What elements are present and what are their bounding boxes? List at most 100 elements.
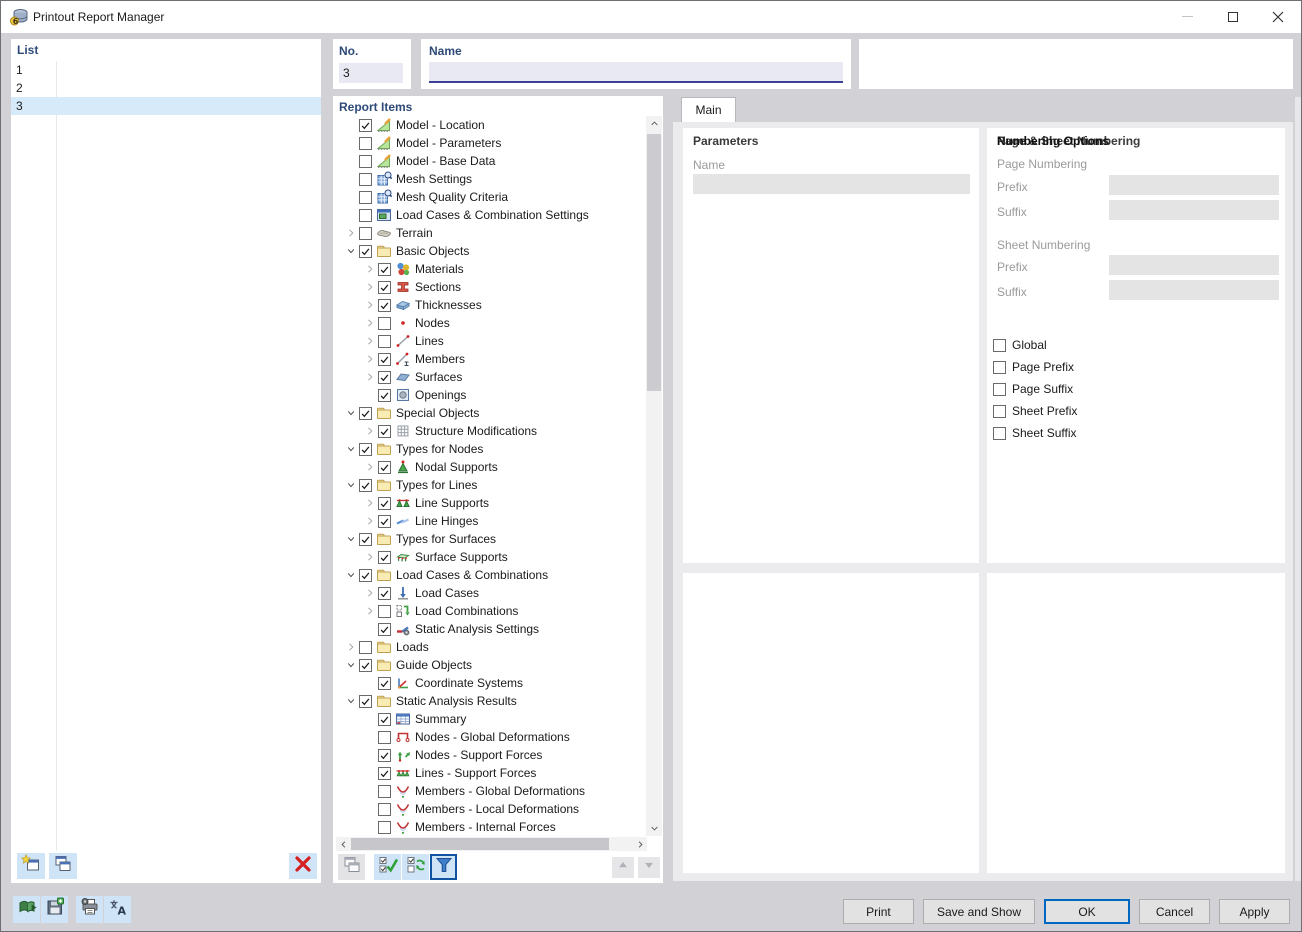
tree-item[interactable]: Mesh Settings (335, 170, 645, 188)
tree-item-checkbox[interactable] (359, 227, 372, 240)
tree-item[interactable]: Basic Objects (335, 242, 645, 260)
tree-item[interactable]: Types for Lines (335, 476, 645, 494)
expand-arrow-icon[interactable] (362, 423, 378, 439)
tree-item[interactable]: Nodes - Global Deformations (335, 728, 645, 746)
tree-item-checkbox[interactable] (378, 785, 391, 798)
tree-item[interactable]: Load Cases & Combinations (335, 566, 645, 584)
tree-item-checkbox[interactable] (378, 299, 391, 312)
tree-item-checkbox[interactable] (378, 731, 391, 744)
scroll-down-icon[interactable] (646, 821, 662, 836)
numbering-option[interactable]: Global (993, 334, 1077, 356)
tree-item[interactable]: Load Cases (335, 584, 645, 602)
tree-item[interactable]: Openings (335, 386, 645, 404)
expand-arrow-icon[interactable] (362, 279, 378, 295)
new-report-button[interactable] (17, 853, 45, 879)
tree-item[interactable]: Terrain (335, 224, 645, 242)
name-input[interactable] (429, 62, 843, 83)
ok-button[interactable]: OK (1044, 899, 1130, 924)
tree-item-checkbox[interactable] (378, 263, 391, 276)
tree-item-checkbox[interactable] (359, 695, 372, 708)
open-report-button[interactable] (13, 896, 40, 923)
option-checkbox[interactable] (993, 405, 1006, 418)
collapse-arrow-icon[interactable] (343, 531, 359, 547)
tree-item-checkbox[interactable] (378, 551, 391, 564)
tree-item-checkbox[interactable] (359, 245, 372, 258)
tree-item-checkbox[interactable] (378, 425, 391, 438)
tree-item-checkbox[interactable] (378, 803, 391, 816)
tree-item[interactable]: Lines (335, 332, 645, 350)
collapse-arrow-icon[interactable] (343, 243, 359, 259)
collapse-arrow-icon[interactable] (343, 657, 359, 673)
tree-item-checkbox[interactable] (359, 155, 372, 168)
tree-item-checkbox[interactable] (359, 209, 372, 222)
expand-arrow-icon[interactable] (362, 333, 378, 349)
tree-item[interactable]: Structure Modifications (335, 422, 645, 440)
move-up-button[interactable] (612, 857, 634, 878)
close-button[interactable] (1255, 1, 1300, 32)
check-all-button[interactable] (374, 854, 401, 880)
numbering-option[interactable]: Sheet Prefix (993, 400, 1077, 422)
tree-item[interactable]: Members - Internal Forces (335, 818, 645, 836)
tree-item-checkbox[interactable] (378, 497, 391, 510)
expand-arrow-icon[interactable] (362, 297, 378, 313)
option-checkbox[interactable] (993, 361, 1006, 374)
tree-item[interactable]: Static Analysis Results (335, 692, 645, 710)
collapse-arrow-icon[interactable] (343, 567, 359, 583)
tree-item[interactable]: Types for Nodes (335, 440, 645, 458)
tree-item-checkbox[interactable] (359, 137, 372, 150)
tree-item[interactable]: Lines - Support Forces (335, 764, 645, 782)
tree-item-checkbox[interactable] (378, 821, 391, 834)
tree-item-checkbox[interactable] (359, 173, 372, 186)
scroll-up-icon[interactable] (646, 116, 662, 131)
tree-vertical-scrollbar[interactable] (646, 116, 662, 836)
tab-panel-scrollbar[interactable] (1295, 97, 1302, 881)
tree-item-checkbox[interactable] (378, 767, 391, 780)
cancel-button[interactable]: Cancel (1139, 899, 1210, 924)
expand-arrow-icon[interactable] (362, 495, 378, 511)
number-field[interactable]: 3 (339, 63, 403, 83)
tree-item-checkbox[interactable] (359, 479, 372, 492)
tree-item[interactable]: Thicknesses (335, 296, 645, 314)
tree-item[interactable]: Nodes - Support Forces (335, 746, 645, 764)
tree-item-checkbox[interactable] (378, 515, 391, 528)
collapse-arrow-icon[interactable] (343, 441, 359, 457)
tree-item-checkbox[interactable] (378, 353, 391, 366)
tree-item[interactable]: Nodal Supports (335, 458, 645, 476)
move-down-button[interactable] (638, 857, 660, 878)
horizontal-scroll-thumb[interactable] (351, 838, 609, 850)
filter-button[interactable] (430, 854, 457, 880)
expand-arrow-icon[interactable] (362, 369, 378, 385)
tree-item-checkbox[interactable] (359, 191, 372, 204)
tab-main[interactable]: Main (681, 97, 736, 122)
tree-item-checkbox[interactable] (359, 407, 372, 420)
expand-arrow-icon[interactable] (362, 549, 378, 565)
tree-item[interactable]: Loads (335, 638, 645, 656)
scroll-right-icon[interactable] (633, 837, 647, 851)
expand-arrow-icon[interactable] (362, 351, 378, 367)
expand-arrow-icon[interactable] (362, 513, 378, 529)
tree-item-checkbox[interactable] (359, 443, 372, 456)
tree-item[interactable]: Members (335, 350, 645, 368)
list-row[interactable]: 2 (11, 79, 321, 97)
tree-item[interactable]: Coordinate Systems (335, 674, 645, 692)
tree-item-checkbox[interactable] (359, 569, 372, 582)
expand-arrow-icon[interactable] (362, 261, 378, 277)
tree-item-checkbox[interactable] (378, 587, 391, 600)
copy-items-button[interactable] (338, 854, 365, 880)
tree-item[interactable]: Load Cases & Combination Settings (335, 206, 645, 224)
tree-item-checkbox[interactable] (378, 389, 391, 402)
collapse-arrow-icon[interactable] (343, 477, 359, 493)
tree-item[interactable]: Model - Location (335, 116, 645, 134)
maximize-button[interactable] (1210, 1, 1255, 32)
expand-arrow-icon[interactable] (343, 639, 359, 655)
expand-arrow-icon[interactable] (362, 603, 378, 619)
tree-item[interactable]: Surface Supports (335, 548, 645, 566)
tree-item-checkbox[interactable] (359, 641, 372, 654)
option-checkbox[interactable] (993, 339, 1006, 352)
tree-item[interactable]: Model - Base Data (335, 152, 645, 170)
tree-item-checkbox[interactable] (378, 317, 391, 330)
tree-item-checkbox[interactable] (378, 623, 391, 636)
minimize-button[interactable] (1165, 1, 1210, 32)
tree-item-checkbox[interactable] (378, 605, 391, 618)
apply-button[interactable]: Apply (1219, 899, 1290, 924)
